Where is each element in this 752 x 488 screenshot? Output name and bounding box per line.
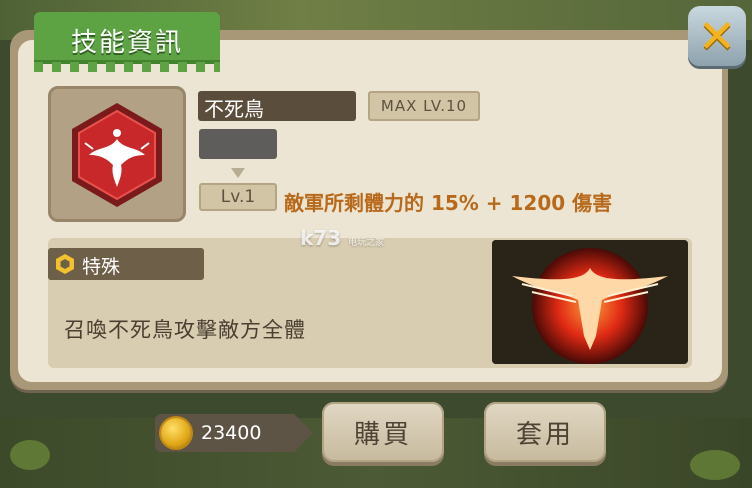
watermark-sub: 电玩之家 [348, 238, 385, 248]
background-leaf [690, 450, 740, 480]
skill-type-tag: 特殊 [48, 248, 204, 280]
current-level-badge: Lv.1 [199, 183, 277, 211]
watermark: k73 电玩之家 [300, 226, 384, 250]
skill-preview-image [492, 240, 688, 364]
close-icon: ✕ [697, 9, 737, 63]
title-tab: 技能資訊 [34, 12, 220, 72]
price-display: 23400 [155, 414, 313, 452]
phoenix-emblem-icon [72, 103, 162, 207]
price-value: 23400 [201, 422, 262, 444]
skill-name-box: 不死鳥 [198, 91, 356, 121]
coin-icon [161, 418, 191, 448]
skill-progress-bar [199, 129, 277, 159]
buy-button[interactable]: 購買 [322, 402, 444, 462]
skill-type-text: 特殊 [82, 256, 121, 278]
max-level-text: MAX LV.10 [380, 97, 468, 115]
max-level-badge: MAX LV.10 [368, 91, 480, 121]
hexagon-icon [56, 254, 74, 274]
skill-icon-frame [48, 86, 186, 222]
dialog-title: 技能資訊 [70, 28, 183, 58]
close-button[interactable]: ✕ [688, 6, 746, 66]
apply-button[interactable]: 套用 [484, 402, 606, 462]
skill-description: 召喚不死鳥攻擊敵方全體 [64, 318, 306, 342]
watermark-main: k73 [300, 226, 342, 250]
background-leaf [10, 440, 50, 470]
down-arrow-icon [231, 168, 245, 178]
skill-name: 不死鳥 [204, 97, 264, 121]
current-level-text: Lv.1 [220, 187, 256, 207]
skill-effect-text: 敵軍所剩體力的 15% + 1200 傷害 [284, 191, 613, 215]
